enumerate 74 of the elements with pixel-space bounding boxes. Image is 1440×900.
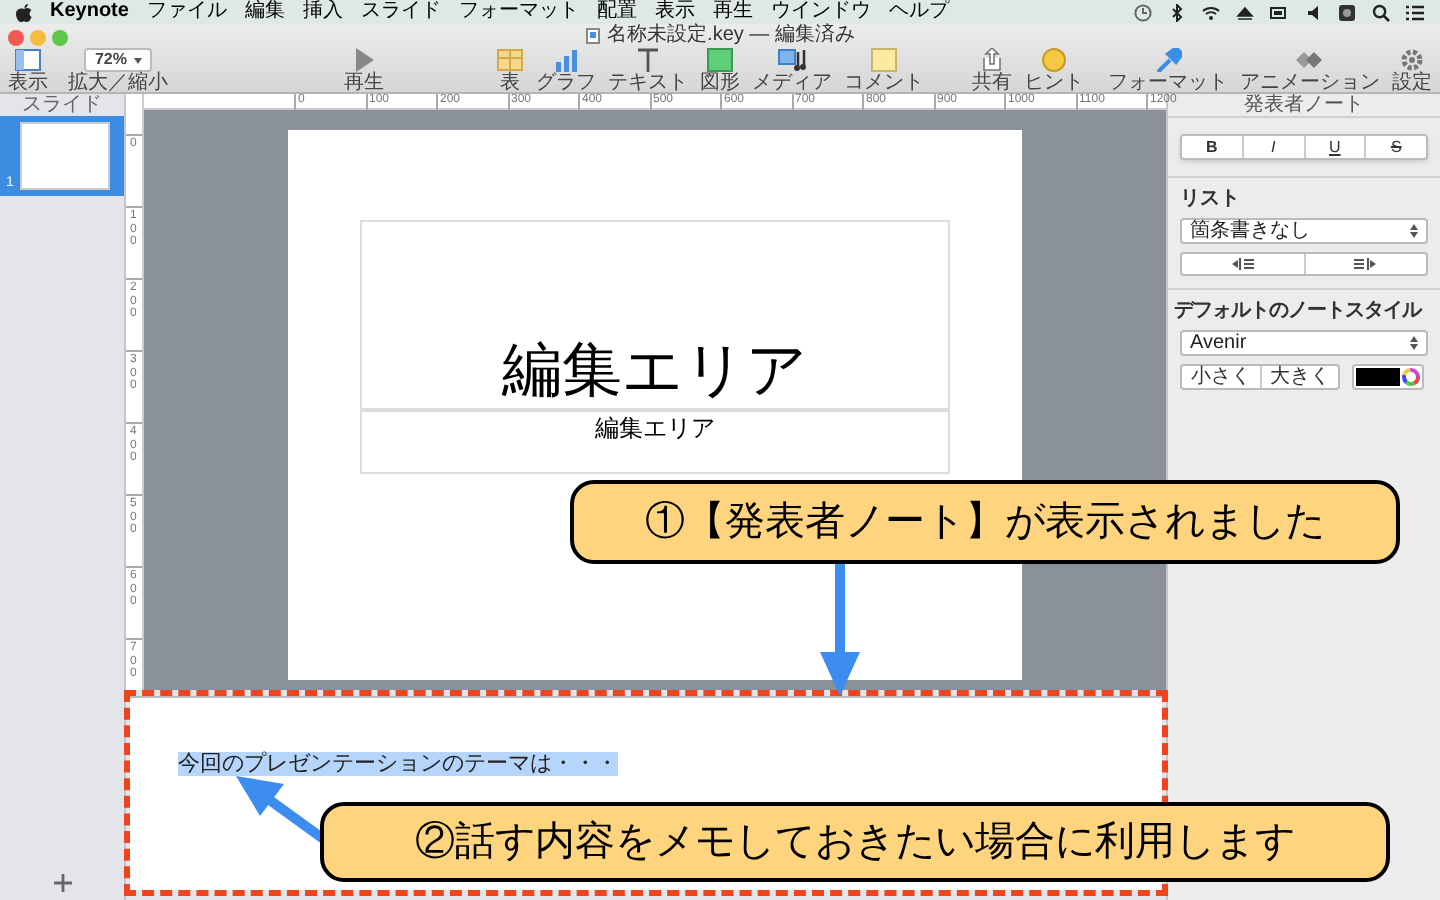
- menu-item[interactable]: 編集: [244, 2, 285, 22]
- square-icon: [706, 48, 734, 72]
- text-icon: [634, 48, 662, 72]
- menu-item[interactable]: 配置: [596, 2, 637, 22]
- note-icon: [870, 48, 898, 72]
- toolbar-button[interactable]: 再生: [344, 48, 384, 94]
- diamond-icon: [1296, 48, 1324, 72]
- toolbar-button[interactable]: ヒント: [1024, 48, 1084, 94]
- menu-item[interactable]: フォーマット: [458, 2, 579, 22]
- plus-icon: [53, 873, 71, 891]
- annotation-tooltip: ①【発表者ノート】が表示されました: [570, 480, 1400, 564]
- app-icon[interactable]: [1338, 3, 1356, 21]
- color-wheel-icon: [1402, 368, 1420, 386]
- text-style-button[interactable]: U: [1305, 136, 1367, 158]
- title-placeholder[interactable]: 編集エリア: [360, 220, 950, 410]
- toolbar-button[interactable]: 図形: [700, 48, 740, 94]
- window-title: 名称未設定.key — 編集済み: [607, 26, 855, 46]
- search-icon[interactable]: [1372, 3, 1390, 21]
- wifi-icon[interactable]: [1202, 3, 1220, 21]
- sidebar-view-icon: [14, 48, 42, 72]
- toolbar-button[interactable]: アニメーション: [1240, 48, 1380, 94]
- apple-menu-icon[interactable]: [16, 3, 32, 21]
- menu-item[interactable]: 再生: [712, 2, 753, 22]
- slide-subtitle: 編集エリア: [595, 416, 715, 440]
- outdent-icon: [1231, 258, 1254, 270]
- section-label: リスト: [1180, 190, 1242, 210]
- caret-icon: [133, 57, 141, 63]
- stepper-icon: [1410, 224, 1418, 238]
- toolbar-button[interactable]: テキスト: [608, 48, 688, 94]
- media-icon: [778, 48, 806, 72]
- toolbar-button[interactable]: フォーマット: [1108, 48, 1228, 94]
- toolbar-button[interactable]: 設定: [1392, 48, 1432, 94]
- menu-item[interactable]: 表示: [654, 2, 695, 22]
- menu-item[interactable]: 挿入: [302, 2, 343, 22]
- menu-item[interactable]: ファイル: [146, 2, 227, 22]
- bluetooth-icon[interactable]: [1168, 3, 1186, 21]
- indent-icon: [1354, 258, 1377, 270]
- settings-icon: [1398, 48, 1426, 72]
- toolbar-button[interactable]: コメント: [844, 48, 924, 94]
- toolbar-button[interactable]: 共有: [972, 48, 1012, 94]
- play-icon: [350, 48, 378, 72]
- clock-icon[interactable]: [1134, 3, 1152, 21]
- eject-icon[interactable]: [1236, 3, 1254, 21]
- text-style-button[interactable]: I: [1243, 136, 1305, 158]
- app-menu[interactable]: Keynote: [50, 2, 129, 22]
- list-icon[interactable]: [1406, 3, 1424, 21]
- font-size-button[interactable]: 小さく: [1182, 366, 1261, 388]
- color-well[interactable]: [1352, 364, 1424, 390]
- slide-thumbnail[interactable]: [19, 122, 110, 190]
- document-icon: [585, 28, 600, 44]
- close-button[interactable]: [8, 30, 24, 46]
- text-style-button[interactable]: B: [1182, 136, 1244, 158]
- font-size-button[interactable]: 大きく: [1261, 366, 1338, 388]
- menu-item[interactable]: スライド: [360, 2, 441, 22]
- toolbar-button[interactable]: メディア: [752, 48, 832, 94]
- section-label: デフォルトのノートスタイル: [1174, 302, 1424, 322]
- zoom-menu[interactable]: 72% 拡大／縮小: [68, 48, 168, 94]
- slide-title: 編集エリア: [502, 342, 808, 402]
- table-icon: [496, 48, 524, 72]
- share-icon: [978, 48, 1006, 72]
- notes-text: 今回のプレゼンテーションのテーマは・・・: [178, 752, 618, 776]
- font-dropdown[interactable]: Avenir: [1180, 330, 1428, 356]
- annotation-tooltip: ②話す内容をメモしておきたい場合に利用します: [320, 802, 1390, 882]
- toolbar-button[interactable]: 表: [496, 48, 524, 94]
- list-style-dropdown[interactable]: 箇条書きなし: [1180, 218, 1428, 244]
- toolbar-button[interactable]: グラフ: [536, 48, 596, 94]
- subtitle-placeholder[interactable]: 編集エリア: [360, 410, 950, 474]
- bar-chart-icon: [552, 48, 580, 72]
- battery-icon[interactable]: [1270, 3, 1288, 21]
- menu-item[interactable]: ウインドウ: [770, 2, 871, 22]
- stepper-icon: [1410, 336, 1418, 350]
- text-style-button[interactable]: S: [1366, 136, 1426, 158]
- sidebar-header: スライド: [20, 94, 104, 116]
- toolbar-button[interactable]: 表示: [8, 48, 48, 94]
